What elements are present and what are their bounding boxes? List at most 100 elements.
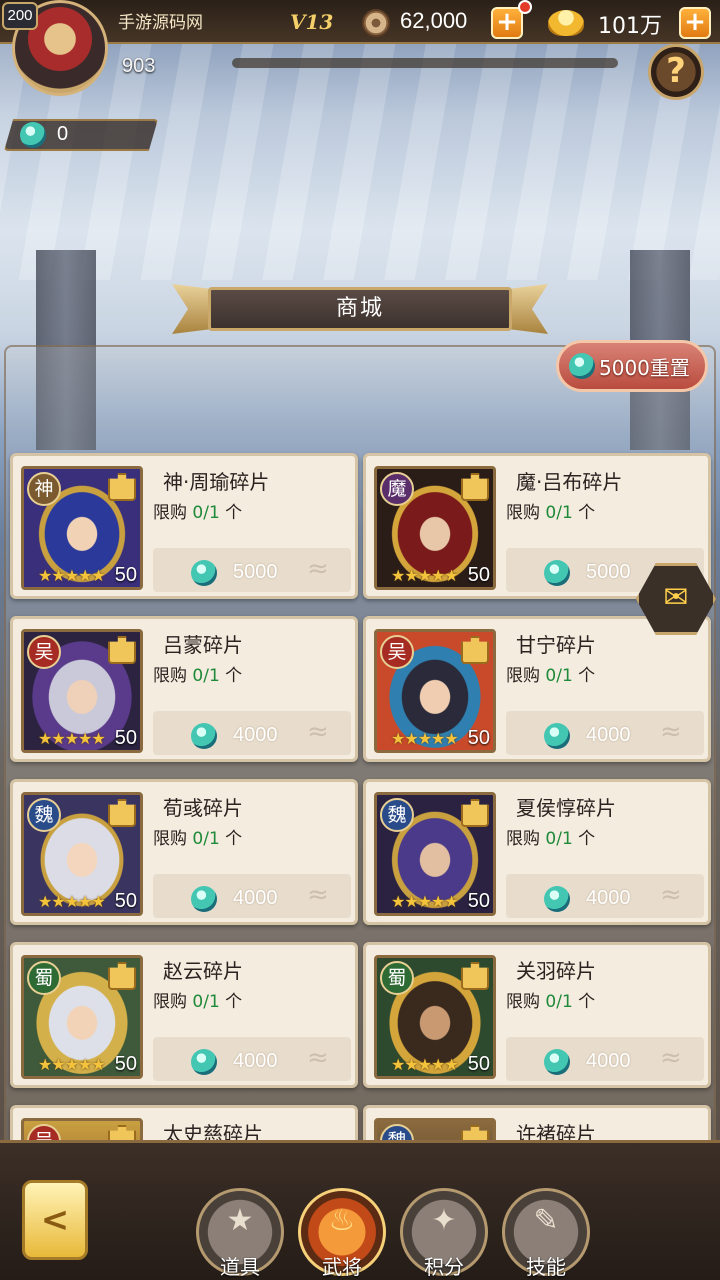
fragment-count: 50	[114, 890, 137, 912]
purchase-limit: 限购 0/1 个	[506, 666, 596, 686]
jade-icon	[191, 1049, 217, 1075]
item-price: 4000	[233, 887, 278, 909]
item-name: 甘宁碎片	[516, 633, 596, 657]
add-coins-button[interactable]: +	[491, 7, 523, 39]
shop-item-card[interactable]: 魏 ★★★★★ 50 夏侯惇碎片 限购 0/1 个 4000 ≈	[363, 779, 711, 925]
faction-badge: 蜀	[380, 961, 414, 995]
vip-badge[interactable]: V13	[290, 10, 333, 34]
fragment-count: 50	[467, 564, 490, 586]
item-price: 4000	[586, 724, 631, 746]
star-rating: ★★★★★	[391, 892, 459, 911]
back-button[interactable]: <	[22, 1180, 88, 1260]
item-name: 吕蒙碎片	[163, 633, 243, 657]
tab-label: 技能	[526, 1255, 566, 1279]
level-badge: 200	[2, 2, 38, 30]
tab-jineng[interactable]: ✎ 技能	[502, 1188, 590, 1279]
shop-item-card[interactable]: 神 ★★★★★ 50 神·周瑜碎片 限购 0/1 个 5000 ≈	[10, 453, 358, 599]
purchase-limit: 限购 0/1 个	[506, 829, 596, 849]
player-name: 手游源码网	[118, 13, 203, 33]
star-icon: ★	[226, 1203, 254, 1238]
tab-wujiang[interactable]: ♨ 武将	[298, 1188, 386, 1279]
purchase-limit: 限购 0/1 个	[506, 503, 596, 523]
power-value: 903	[122, 55, 156, 77]
cloud-decoration-icon: ≈	[307, 717, 329, 747]
item-name: 荀彧碎片	[163, 796, 243, 820]
star-rating: ★★★★★	[391, 729, 459, 748]
purchase-limit: 限购 0/1 个	[506, 992, 596, 1012]
item-name: 神·周瑜碎片	[163, 470, 270, 494]
scroll-icon: ✎	[533, 1203, 559, 1238]
purchase-limit: 限购 0/1 个	[153, 992, 243, 1012]
background-curtain	[0, 40, 720, 280]
shop-item-card[interactable]: 魏 许褚碎片	[363, 1105, 711, 1145]
jade-icon	[544, 886, 570, 912]
ingot-value: 101万	[598, 14, 662, 39]
hero-portrait-frame: 蜀 ★★★★★ 50	[21, 955, 143, 1079]
star-rating: ★★★★★	[38, 729, 106, 748]
shop-item-card[interactable]: 吴 太史慈碎片	[10, 1105, 358, 1145]
tab-label: 武将	[322, 1255, 362, 1279]
hero-portrait-frame: 吴 ★★★★★ 50	[21, 629, 143, 753]
star-rating: ★★★★★	[391, 1055, 459, 1074]
coin-value: 62,000	[400, 8, 468, 33]
purchase-limit: 限购 0/1 个	[153, 829, 243, 849]
item-price: 4000	[586, 1050, 631, 1072]
ingot-icon	[548, 10, 584, 36]
jade-icon	[544, 560, 570, 586]
shop-item-card[interactable]: 蜀 ★★★★★ 50 关羽碎片 限购 0/1 个 4000 ≈	[363, 942, 711, 1088]
hero-portrait-frame: 神 ★★★★★ 50	[21, 466, 143, 590]
cloud-decoration-icon: ≈	[660, 1043, 682, 1073]
jade-icon	[191, 886, 217, 912]
faction-badge: 吴	[27, 635, 61, 669]
item-name: 魔·吕布碎片	[516, 470, 623, 494]
fragment-count: 50	[467, 1053, 490, 1075]
star-rating: ★★★★★	[38, 566, 106, 585]
cloud-decoration-icon: ≈	[660, 880, 682, 910]
shop-item-card[interactable]: 吴 ★★★★★ 50 甘宁碎片 限购 0/1 个 4000 ≈	[363, 616, 711, 762]
item-price: 4000	[586, 887, 631, 909]
item-price: 4000	[233, 1050, 278, 1072]
tab-label: 积分	[424, 1255, 464, 1279]
jade-icon	[544, 723, 570, 749]
cloud-decoration-icon: ≈	[660, 717, 682, 747]
item-name: 关羽碎片	[516, 959, 596, 983]
tab-daoju[interactable]: ★ 道具	[196, 1188, 284, 1279]
item-price: 5000	[586, 561, 631, 583]
jade-icon	[191, 560, 217, 586]
item-name: 夏侯惇碎片	[516, 796, 616, 820]
cloud-decoration-icon: ≈	[307, 1043, 329, 1073]
star-rating: ★★★★★	[391, 566, 459, 585]
coin-icon	[362, 9, 390, 37]
jade-icon	[569, 353, 595, 379]
item-price: 5000	[233, 561, 278, 583]
shop-item-card[interactable]: 吴 ★★★★★ 50 吕蒙碎片 限购 0/1 个 4000 ≈	[10, 616, 358, 762]
cloud-decoration-icon: ≈	[307, 554, 329, 584]
help-button[interactable]: ?	[648, 44, 704, 100]
notification-dot	[518, 0, 532, 14]
add-ingots-button[interactable]: +	[679, 7, 711, 39]
shop-item-card[interactable]: 蜀 ★★★★★ 50 赵云碎片 限购 0/1 个 4000 ≈	[10, 942, 358, 1088]
fragment-count: 50	[114, 1053, 137, 1075]
purchase-limit: 限购 0/1 个	[153, 666, 243, 686]
star-rating: ★★★★★	[38, 892, 106, 911]
faction-badge: 魔	[380, 472, 414, 506]
flame-icon: ♨	[328, 1203, 356, 1238]
item-name: 赵云碎片	[163, 959, 243, 983]
hero-portrait-frame: 魏 ★★★★★ 50	[21, 792, 143, 916]
jade-balance: 0	[57, 123, 69, 145]
tab-jifen[interactable]: ✦ 积分	[400, 1188, 488, 1279]
hero-portrait-frame: 魏 ★★★★★ 50	[374, 792, 496, 916]
cloud-decoration-icon: ≈	[307, 880, 329, 910]
hero-portrait-frame: 蜀 ★★★★★ 50	[374, 955, 496, 1079]
reset-button-label: 5000重置	[599, 356, 690, 380]
page-title: 商城	[208, 287, 512, 331]
hero-portrait-frame: 吴 ★★★★★ 50	[374, 629, 496, 753]
shop-item-card[interactable]: 魏 ★★★★★ 50 荀彧碎片 限购 0/1 个 4000 ≈	[10, 779, 358, 925]
star-rating: ★★★★★	[38, 1055, 106, 1074]
jade-icon	[191, 723, 217, 749]
fragment-count: 50	[114, 564, 137, 586]
faction-badge: 吴	[380, 635, 414, 669]
fragment-count: 50	[467, 727, 490, 749]
purchase-limit: 限购 0/1 个	[153, 503, 243, 523]
faction-badge: 蜀	[27, 961, 61, 995]
